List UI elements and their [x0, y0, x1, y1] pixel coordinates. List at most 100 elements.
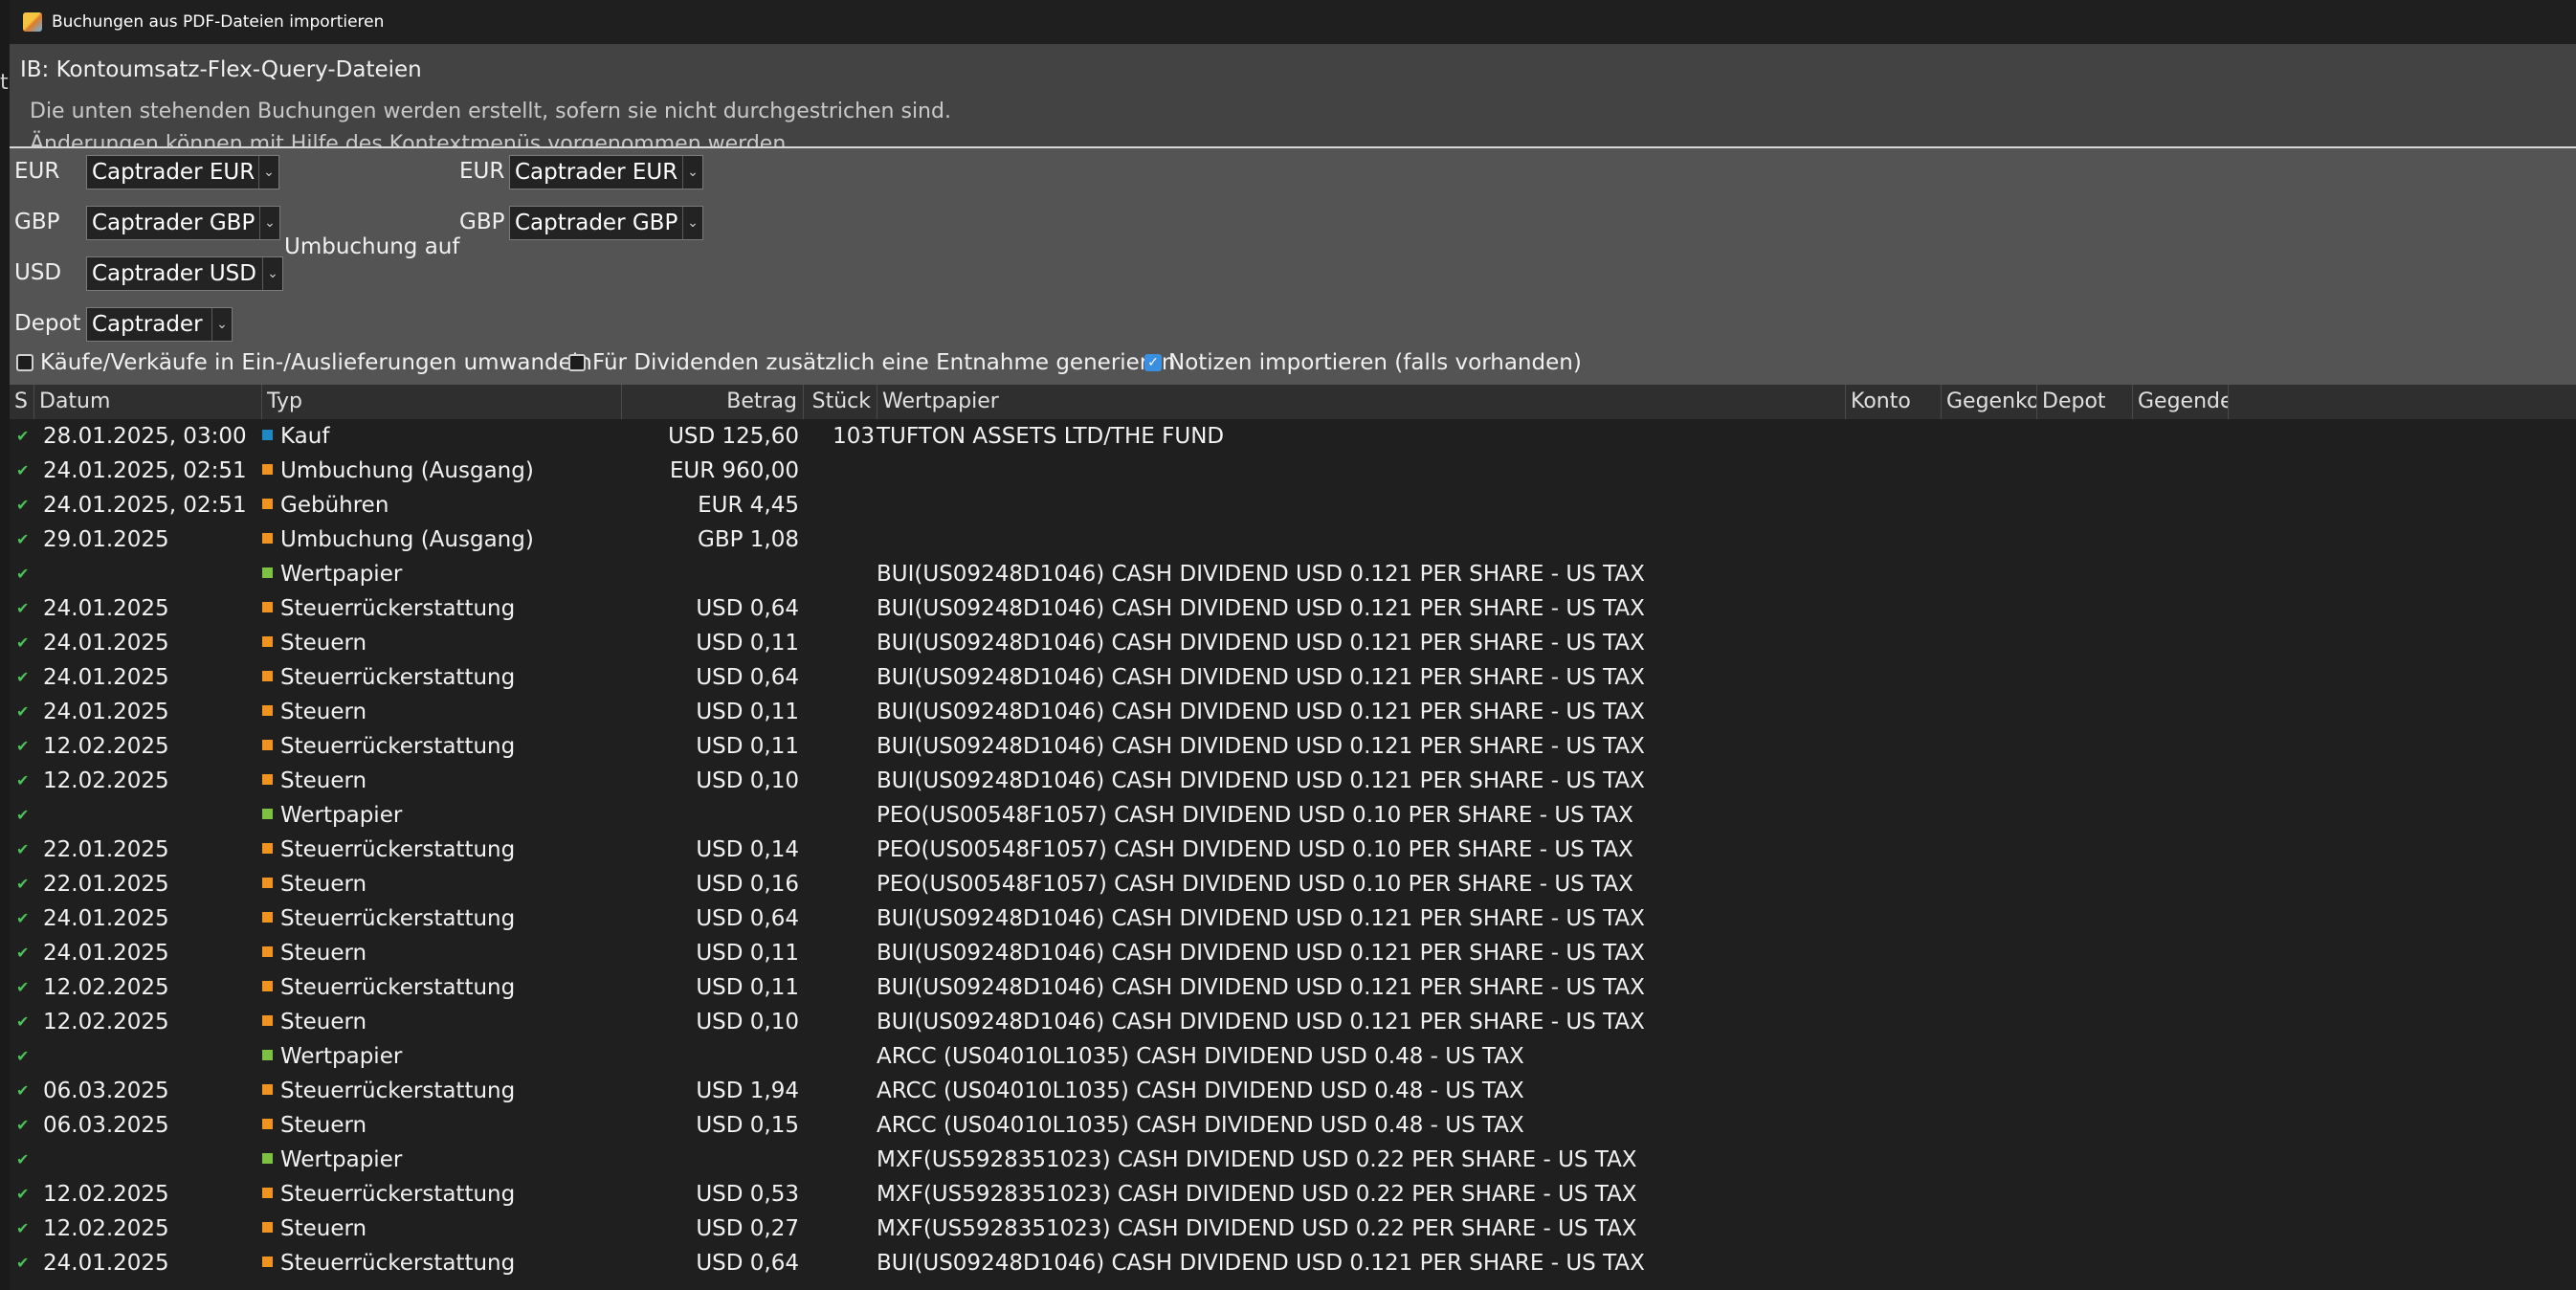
table-row[interactable]: ✔ 24.01.2025 Steuerrückerstattung USD 0,64 B…: [10, 591, 2576, 626]
type-color-icon: [262, 912, 273, 923]
checkbox-unchecked[interactable]: [16, 354, 33, 371]
transfer-account-select-gbp[interactable]: Captrader GBP ⌄: [509, 206, 703, 240]
type-color-icon: [262, 636, 273, 647]
table-row[interactable]: ✔ Wertpapier ARCC (US04010L1035) CASH DIVI…: [10, 1039, 2576, 1074]
column-header-account[interactable]: Konto: [1846, 385, 1942, 419]
option-import-notes[interactable]: ✓ Notizen importieren (falls vorhanden): [1144, 350, 1582, 375]
row-quantity: [802, 1005, 875, 1039]
account-select-usd-value: Captrader USD: [92, 261, 256, 286]
row-type-label: Steuern: [280, 872, 367, 897]
row-quantity: [802, 626, 875, 660]
table-row[interactable]: ✔ 24.01.2025 Steuern USD 0,11 BUI(US09248D10…: [10, 695, 2576, 729]
table-row[interactable]: ✔ 12.02.2025 Steuerrückerstattung USD 0,11 B…: [10, 970, 2576, 1005]
table-row[interactable]: ✔ 12.02.2025 Steuern USD 0,27 MXF(US59283510…: [10, 1212, 2576, 1246]
type-color-icon: [262, 1222, 273, 1233]
type-color-icon: [262, 1257, 273, 1267]
column-header-offset-depot[interactable]: Gegende: [2133, 385, 2229, 419]
option-convert-deliveries-label: Käufe/Verkäufe in Ein-/Auslieferungen um…: [40, 350, 592, 375]
account-select-gbp[interactable]: Captrader GBP ⌄: [86, 206, 280, 240]
checkbox-unchecked[interactable]: [568, 354, 586, 371]
table-row[interactable]: ✔ 12.02.2025 Steuern USD 0,10 BUI(US09248D10…: [10, 764, 2576, 798]
row-security: ARCC (US04010L1035) CASH DIVIDEND USD 0.…: [877, 1113, 1524, 1138]
column-header-date[interactable]: Datum: [34, 385, 262, 419]
row-date: 28.01.2025, 03:00: [43, 424, 247, 449]
check-icon: ✔: [16, 909, 30, 927]
transfer-account-select-eur-value: Captrader EUR: [515, 160, 678, 185]
table-row[interactable]: ✔ 29.01.2025 Umbuchung (Ausgang) GBP 1,08: [10, 523, 2576, 557]
check-icon: ✔: [16, 496, 30, 514]
currency-label-eur: EUR: [14, 159, 60, 184]
table-row[interactable]: ✔ 24.01.2025 Steuerrückerstattung USD 0,64 B…: [10, 660, 2576, 695]
table-row[interactable]: ✔ 24.01.2025, 02:51 Gebühren EUR 4,45: [10, 488, 2576, 523]
table-row[interactable]: ✔ 12.02.2025 Steuerrückerstattung USD 0,11 B…: [10, 729, 2576, 764]
table-row[interactable]: ✔ Wertpapier BUI(US09248D1046) CASH DIVIDE…: [10, 557, 2576, 591]
row-quantity: [802, 798, 875, 833]
row-security: PEO(US00548F1057) CASH DIVIDEND USD 0.10…: [877, 837, 1633, 862]
row-security: BUI(US09248D1046) CASH DIVIDEND USD 0.12…: [877, 1251, 1645, 1276]
table-row[interactable]: ✔ 24.01.2025 Steuern USD 0,11 BUI(US09248D10…: [10, 626, 2576, 660]
row-type-label: Steuern: [280, 1010, 367, 1034]
table-row[interactable]: ✔ 28.01.2025, 03:00 Kauf USD 125,60 103 TUFTO…: [10, 419, 2576, 454]
title-bar: Buchungen aus PDF-Dateien importieren: [10, 0, 2576, 44]
table-row[interactable]: ✔ 24.01.2025 Steuerrückerstattung USD 0,64 B…: [10, 901, 2576, 936]
column-header-quantity[interactable]: Stück: [804, 385, 877, 419]
row-type-label: Kauf: [280, 424, 330, 449]
option-dividend-withdrawal[interactable]: Für Dividenden zusätzlich eine Entnahme …: [568, 350, 1176, 375]
check-icon: ✔: [16, 1012, 30, 1031]
chevron-down-icon: ⌄: [258, 156, 278, 189]
table-row[interactable]: ✔ 06.03.2025 Steuerrückerstattung USD 1,94 A…: [10, 1074, 2576, 1108]
check-icon: ✔: [16, 840, 30, 858]
row-date: 12.02.2025: [43, 734, 169, 759]
table-row[interactable]: ✔ 12.02.2025 Steuerrückerstattung USD 0,53 M…: [10, 1177, 2576, 1212]
table-row[interactable]: ✔ Wertpapier PEO(US00548F1057) CASH DIVIDE…: [10, 798, 2576, 833]
row-quantity: [802, 1246, 875, 1280]
table-row[interactable]: ✔ 06.03.2025 Steuern USD 0,15 ARCC (US04010L…: [10, 1108, 2576, 1143]
type-color-icon: [262, 705, 273, 716]
row-amount: USD 0,15: [696, 1113, 799, 1138]
type-color-icon: [262, 981, 273, 991]
column-header-security[interactable]: Wertpapier: [877, 385, 1846, 419]
checkbox-checked[interactable]: ✓: [1144, 354, 1162, 371]
type-color-icon: [262, 809, 273, 819]
check-icon: ✔: [16, 737, 30, 755]
column-header-type[interactable]: Typ: [262, 385, 622, 419]
account-select-eur-value: Captrader EUR: [92, 160, 255, 185]
depot-select[interactable]: Captrader ⌄: [86, 307, 233, 342]
check-icon: ✔: [16, 427, 30, 445]
account-select-eur[interactable]: Captrader EUR ⌄: [86, 155, 279, 189]
table-row[interactable]: ✔ Wertpapier MXF(US5928351023) CASH DIVIDE…: [10, 1143, 2576, 1177]
row-security: [877, 454, 1833, 488]
transfer-account-select-eur[interactable]: Captrader EUR ⌄: [509, 155, 703, 189]
row-security: TUFTON ASSETS LTD/THE FUND: [877, 424, 1225, 449]
row-type-label: Steuerrückerstattung: [280, 906, 516, 931]
option-convert-deliveries[interactable]: Käufe/Verkäufe in Ein-/Auslieferungen um…: [16, 350, 592, 375]
row-quantity: [802, 1039, 875, 1074]
column-header-depot[interactable]: Depot: [2037, 385, 2133, 419]
row-security: BUI(US09248D1046) CASH DIVIDEND USD 0.12…: [877, 562, 1645, 587]
row-type-label: Steuerrückerstattung: [280, 1079, 516, 1103]
column-header-status[interactable]: S: [10, 385, 34, 419]
row-amount: [526, 1143, 799, 1177]
row-type-label: Steuern: [280, 631, 367, 656]
row-type-label: Steuerrückerstattung: [280, 975, 516, 1000]
row-amount: [526, 798, 799, 833]
row-amount: USD 0,14: [696, 837, 799, 862]
account-select-usd[interactable]: Captrader USD ⌄: [86, 256, 283, 291]
chevron-down-icon: ⌄: [262, 257, 282, 290]
check-icon: ✔: [16, 1185, 30, 1203]
table-row[interactable]: ✔ 22.01.2025 Steuerrückerstattung USD 0,14 P…: [10, 833, 2576, 867]
table-row[interactable]: ✔ 22.01.2025 Steuern USD 0,16 PEO(US00548F10…: [10, 867, 2576, 901]
column-header-amount[interactable]: Betrag: [622, 385, 804, 419]
row-type-label: Wertpapier: [280, 803, 403, 828]
type-color-icon: [262, 946, 273, 957]
column-header-offset-account[interactable]: Gegenko: [1942, 385, 2037, 419]
table-row[interactable]: ✔ 24.01.2025 Steuerrückerstattung USD 0,64 B…: [10, 1246, 2576, 1280]
table-row[interactable]: ✔ 12.02.2025 Steuern USD 0,10 BUI(US09248D10…: [10, 1005, 2576, 1039]
row-security: MXF(US5928351023) CASH DIVIDEND USD 0.22…: [877, 1147, 1637, 1172]
table-row[interactable]: ✔ 24.01.2025 Steuern USD 0,11 BUI(US09248D10…: [10, 936, 2576, 970]
row-type-label: Umbuchung (Ausgang): [280, 527, 534, 552]
table-row[interactable]: ✔ 24.01.2025, 02:51 Umbuchung (Ausgang) EUR…: [10, 454, 2576, 488]
row-security: [877, 488, 1833, 523]
row-security: ARCC (US04010L1035) CASH DIVIDEND USD 0.…: [877, 1044, 1524, 1069]
type-color-icon: [262, 1084, 273, 1095]
